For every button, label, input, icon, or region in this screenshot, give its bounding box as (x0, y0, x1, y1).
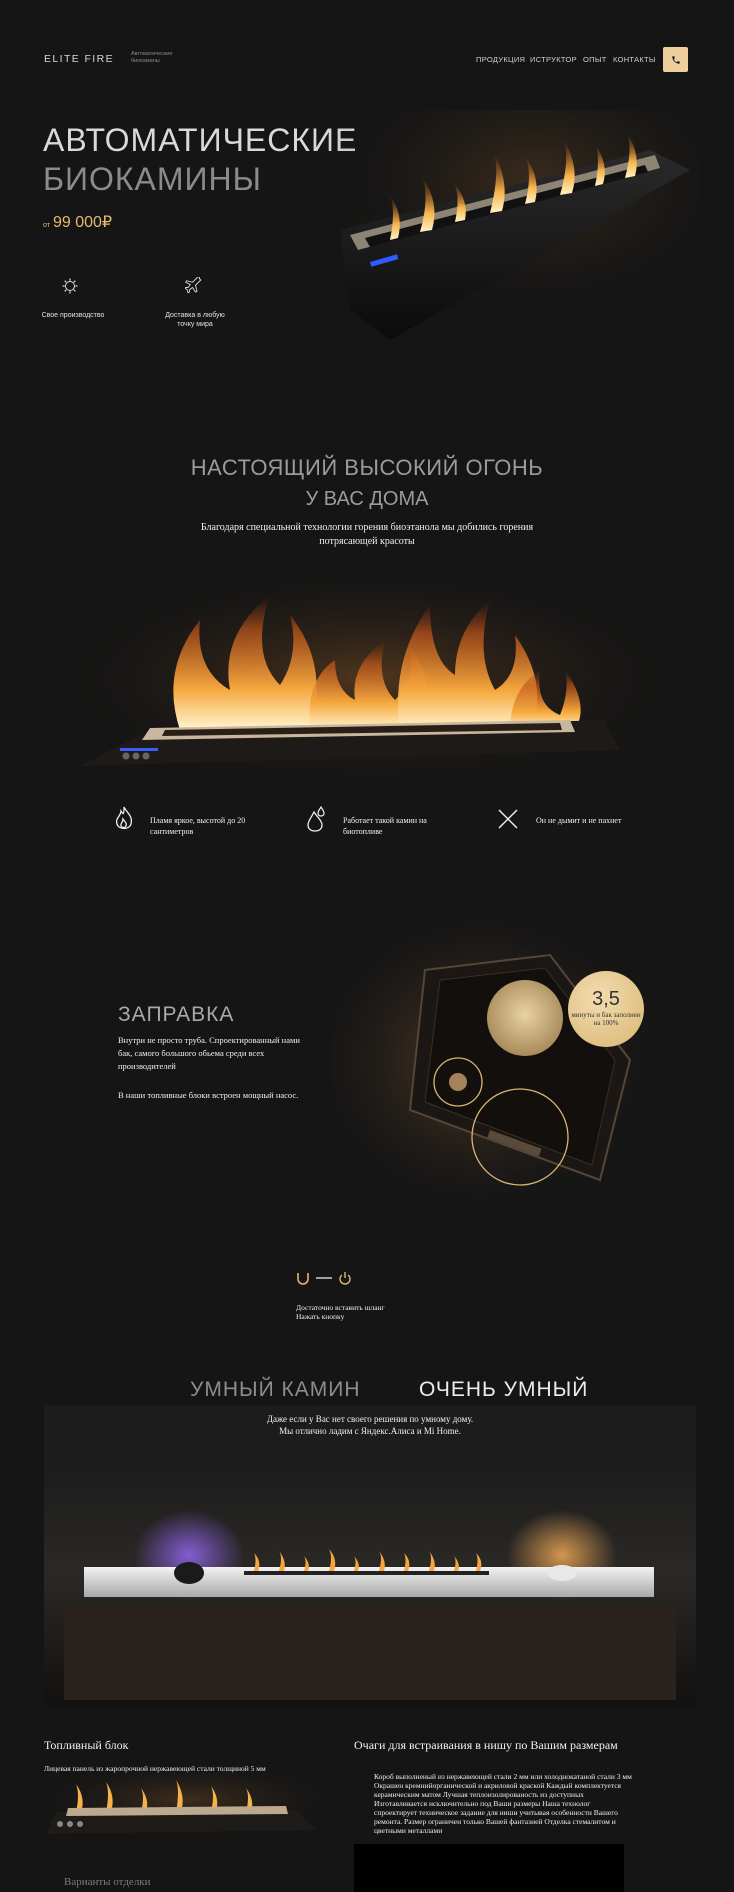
plane-icon (185, 277, 202, 294)
hero-title-secondary: БИОКАМИНЫ (43, 161, 262, 197)
smart-title-left: УМНЫЙ КАМИН (190, 1378, 361, 1401)
refuel-steps-icons (297, 1272, 351, 1285)
feature-flame-text: Пламя яркое, высотой до 20 сантиметров (150, 816, 246, 836)
cross-icon (498, 809, 518, 829)
feature-production-label: Свое производство (41, 312, 105, 319)
niche-description: Короб выполнeный из нержавеющей стали 2 … (374, 1772, 632, 1835)
refuel-paragraph-1: Внутри не просто труба. Спроектированный… (118, 1035, 300, 1071)
step-insert-hose: Достаточно вставить шланг (296, 1303, 385, 1312)
feature-no-smoke-text: Он не дымит и не пахнет (536, 816, 622, 825)
refuel-paragraph-2: В наши топливные блоки встроен мощный на… (118, 1090, 299, 1100)
feature-delivery-label: Доставка в любую точку мира (165, 312, 225, 328)
drops-icon (307, 806, 325, 832)
gear-icon (62, 278, 78, 294)
niche-image (354, 1844, 624, 1892)
smart-fireplace-image (44, 1405, 696, 1705)
refuel-steps: Достаточно вставить шланг Нажать кнопку (296, 1303, 385, 1321)
badge-text: минуты и бак заполнен на 100% (571, 1011, 641, 1027)
smart-subtitle-line-1: Даже если у Вас нет своего решения по ум… (266, 1414, 474, 1424)
smart-title-right: ОЧЕНЬ УМНЫЙ (419, 1378, 589, 1401)
phone-button[interactable] (663, 47, 688, 72)
smart-subtitle-line-2: Мы отлично ладим с Яндекс.Алиса и Mi Hom… (279, 1426, 461, 1436)
nav-products[interactable]: ПРОДУКЦИЯ (476, 55, 525, 64)
hero-title: АВТОМАТИЧЕСКИЕ (43, 122, 358, 158)
hero-fireplace-image (330, 110, 700, 350)
nav-instructor[interactable]: ИСТРУКТОР (530, 55, 577, 64)
finish-variants-label: Варианты отделки (64, 1876, 151, 1888)
refuel-time-badge: 3,5 минуты и бак заполнен на 100% (568, 971, 644, 1047)
feature-biofuel-text: Работает такой камин на биотопливе (343, 816, 427, 836)
refuel-title: ЗАПРАВКА (118, 1003, 235, 1026)
nav-experience[interactable]: ОПЫТ (583, 55, 607, 64)
badge-value: 3,5 (592, 988, 620, 1010)
hero-price: от 99 000₽ (43, 212, 112, 232)
brand-tagline: Автоматические биокамины (131, 51, 173, 64)
fire-section-title-secondary: У ВАС ДОМА (305, 488, 429, 510)
fuel-tank-image (330, 910, 670, 1210)
fuel-block-image (46, 1772, 328, 1840)
niche-title: Очаги для встраивания в нишу по Вашим ра… (354, 1738, 618, 1752)
nav-contacts[interactable]: КОНТАКТЫ (613, 55, 656, 64)
phone-icon (671, 55, 680, 64)
price-value: 99 000₽ (52, 214, 113, 231)
step-press-button: Нажать кнопку (296, 1312, 345, 1321)
flame-icon (115, 806, 133, 830)
price-prefix: от (43, 222, 50, 229)
large-fireplace-image (70, 560, 670, 775)
fire-section-title: НАСТОЯЩИЙ ВЫСОКИЙ ОГОНЬ (190, 455, 544, 480)
smart-subtitle: Даже если у Вас нет своего решения по ум… (44, 1413, 696, 1437)
fire-section-subtitle: Благодаря специальной технологии горения… (200, 522, 534, 547)
power-icon (339, 1272, 351, 1285)
smart-home-panel: Даже если у Вас нет своего решения по ум… (44, 1405, 696, 1705)
magnet-icon (297, 1273, 309, 1285)
brand-logo[interactable]: ELITE FIRE (44, 53, 114, 65)
fuel-block-title: Топливный блок (44, 1738, 129, 1752)
